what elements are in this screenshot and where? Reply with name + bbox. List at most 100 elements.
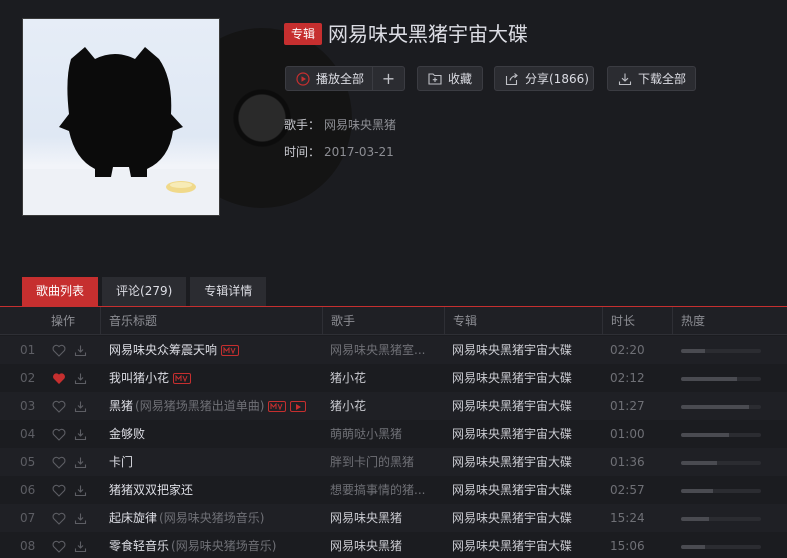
song-table-header: 操作 音乐标题 歌手 专辑 时长 热度 <box>0 307 787 335</box>
download-icon[interactable] <box>74 456 87 469</box>
song-heat-bar <box>681 433 761 437</box>
col-heat[interactable]: 热度 <box>672 307 705 335</box>
col-duration[interactable]: 时长 <box>602 307 635 335</box>
download-icon[interactable] <box>74 512 87 525</box>
heart-icon[interactable] <box>52 512 66 525</box>
heart-icon[interactable] <box>52 484 66 497</box>
song-ops <box>52 448 87 476</box>
song-subtitle: (网易猪场黑猪出道单曲) <box>135 399 265 413</box>
col-title[interactable]: 音乐标题 <box>100 307 157 335</box>
song-row[interactable]: 01 网易味央众筹震天响 网易味央黑猪室... 网易味央黑猪宇宙大碟 02:20 <box>0 336 787 364</box>
download-icon[interactable] <box>74 484 87 497</box>
song-album[interactable]: 网易味央黑猪宇宙大碟 <box>452 504 592 532</box>
song-index: 04 <box>20 427 36 441</box>
heart-icon[interactable] <box>52 344 66 357</box>
song-index: 08 <box>20 539 36 553</box>
song-title-cell[interactable]: 零食轻音乐 (网易味央猪场音乐) <box>109 532 324 558</box>
song-album[interactable]: 网易味央黑猪宇宙大碟 <box>452 336 592 364</box>
song-heat-bar <box>681 349 761 353</box>
song-row[interactable]: 05 卡门 胖到卡门的黑猪 网易味央黑猪宇宙大碟 01:36 <box>0 448 787 476</box>
download-icon[interactable] <box>74 372 87 385</box>
mv-play-icon[interactable] <box>290 401 307 412</box>
sq-badge-icon[interactable] <box>173 373 192 384</box>
tab-comments[interactable]: 评论(279) <box>102 277 187 306</box>
heart-icon[interactable] <box>52 456 66 469</box>
share-button[interactable]: 分享(1866) <box>494 66 594 91</box>
song-title-cell[interactable]: 起床旋律 (网易味央猪场音乐) <box>109 504 324 532</box>
song-album[interactable]: 网易味央黑猪宇宙大碟 <box>452 448 592 476</box>
song-index: 06 <box>20 483 36 497</box>
song-heat-fill <box>681 489 713 493</box>
song-title-cell[interactable]: 黑猪 (网易猪场黑猪出道单曲) <box>109 392 324 420</box>
song-title: 起床旋律 <box>109 511 158 525</box>
song-artist[interactable]: 网易味央黑猪室... <box>330 336 430 364</box>
song-artist[interactable]: 网易味央黑猪 <box>330 504 430 532</box>
song-row[interactable]: 08 零食轻音乐 (网易味央猪场音乐) 网易味央黑猪 网易味央黑猪宇宙大碟 15:06 <box>0 532 787 558</box>
song-artist[interactable]: 猪小花 <box>330 392 430 420</box>
song-heat-bar <box>681 405 761 409</box>
song-heat-bar <box>681 461 761 465</box>
sq-badge-icon[interactable] <box>268 401 287 412</box>
song-artist[interactable]: 想要搞事情的猪... <box>330 476 430 504</box>
play-circle-icon <box>296 71 310 86</box>
download-all-button[interactable]: 下载全部 <box>607 66 696 91</box>
song-title-cell[interactable]: 猪猪双双把家还 <box>109 476 324 504</box>
download-icon[interactable] <box>74 428 87 441</box>
song-heat-fill <box>681 545 705 549</box>
song-duration: 01:36 <box>610 455 645 469</box>
song-duration: 02:12 <box>610 371 645 385</box>
song-artist[interactable]: 网易味央黑猪 <box>330 532 430 558</box>
col-album[interactable]: 专辑 <box>444 307 477 335</box>
song-title-cell[interactable]: 金够败 <box>109 420 324 448</box>
album-tabs: 歌曲列表 评论(279) 专辑详情 <box>22 277 270 306</box>
song-row[interactable]: 06 猪猪双双把家还 想要搞事情的猪... 网易味央黑猪宇宙大碟 02:57 <box>0 476 787 504</box>
col-artist[interactable]: 歌手 <box>322 307 355 335</box>
song-heat-bar <box>681 517 761 521</box>
song-heat-fill <box>681 433 729 437</box>
song-title: 卡门 <box>109 455 134 469</box>
song-title: 金够败 <box>109 427 146 441</box>
song-album[interactable]: 网易味央黑猪宇宙大碟 <box>452 476 592 504</box>
song-ops <box>52 336 87 364</box>
song-row[interactable]: 02 我叫猪小花 猪小花 网易味央黑猪宇宙大碟 02:12 <box>0 364 787 392</box>
heart-icon[interactable] <box>52 540 66 553</box>
heart-icon[interactable] <box>52 400 66 413</box>
song-artist[interactable]: 胖到卡门的黑猪 <box>330 448 430 476</box>
collect-button[interactable]: 收藏 <box>417 66 483 91</box>
download-icon[interactable] <box>74 400 87 413</box>
song-row[interactable]: 04 金够败 萌萌哒小黑猪 网易味央黑猪宇宙大碟 01:00 <box>0 420 787 448</box>
song-album[interactable]: 网易味央黑猪宇宙大碟 <box>452 392 592 420</box>
tab-song-list[interactable]: 歌曲列表 <box>22 277 99 306</box>
add-to-playlist-button[interactable]: + <box>372 67 404 90</box>
song-subtitle: (网易味央猪场音乐) <box>159 511 265 525</box>
heart-filled-icon[interactable] <box>52 372 66 385</box>
song-heat-fill <box>681 349 705 353</box>
heart-icon[interactable] <box>52 428 66 441</box>
song-title-cell[interactable]: 网易味央众筹震天响 <box>109 336 324 364</box>
song-album[interactable]: 网易味央黑猪宇宙大碟 <box>452 364 592 392</box>
song-artist[interactable]: 萌萌哒小黑猪 <box>330 420 430 448</box>
song-table-body: 01 网易味央众筹震天响 网易味央黑猪室... 网易味央黑猪宇宙大碟 02:20 02 我叫… <box>0 336 787 558</box>
play-all-button[interactable]: 播放全部 + <box>285 66 405 91</box>
share-label: 分享(1866) <box>525 72 589 86</box>
song-duration: 15:06 <box>610 539 645 553</box>
download-icon[interactable] <box>74 344 87 357</box>
tab-album-details[interactable]: 专辑详情 <box>190 277 267 306</box>
sq-badge-icon[interactable] <box>221 345 240 356</box>
collect-label: 收藏 <box>448 72 473 86</box>
release-date: 2017-03-21 <box>324 145 394 159</box>
artist-link[interactable]: 网易味央黑猪 <box>324 118 396 132</box>
song-title-cell[interactable]: 卡门 <box>109 448 324 476</box>
song-ops <box>52 504 87 532</box>
download-icon[interactable] <box>74 540 87 553</box>
album-cover[interactable] <box>22 18 220 216</box>
song-album[interactable]: 网易味央黑猪宇宙大碟 <box>452 532 592 558</box>
song-album[interactable]: 网易味央黑猪宇宙大碟 <box>452 420 592 448</box>
col-ops: 操作 <box>51 314 76 328</box>
song-row[interactable]: 03 黑猪 (网易猪场黑猪出道单曲) 猪小花 网易味央黑猪宇宙大碟 01:27 <box>0 392 787 420</box>
song-duration: 02:20 <box>610 343 645 357</box>
song-row[interactable]: 07 起床旋律 (网易味央猪场音乐) 网易味央黑猪 网易味央黑猪宇宙大碟 15:24 <box>0 504 787 532</box>
song-title-cell[interactable]: 我叫猪小花 <box>109 364 324 392</box>
cover-illustration <box>23 47 219 215</box>
song-artist[interactable]: 猪小花 <box>330 364 430 392</box>
